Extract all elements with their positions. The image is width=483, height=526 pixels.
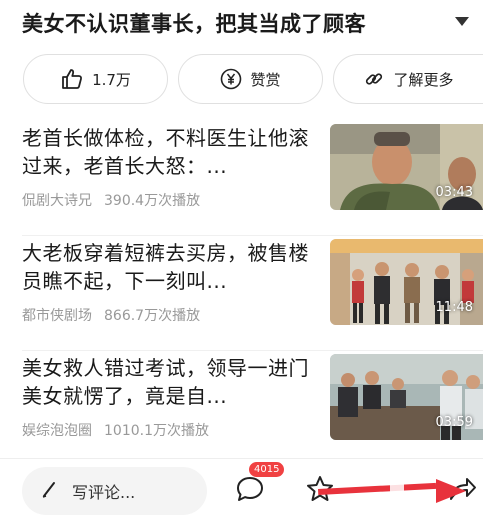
reward-label: 赞赏 (250, 70, 281, 89)
title-bar: 美女不认识董事长，把其当成了顾客 (0, 0, 483, 48)
video-duration: 03:43 (435, 185, 473, 200)
comment-count-badge: 4015 (249, 462, 285, 477)
list-item[interactable]: 美女救人错过考试，领导一进门美女就愣了，竟是自... 娱综泡泡圈 1010.1万次… (0, 354, 483, 466)
video-title: 美女不认识董事长，把其当成了顾客 (22, 12, 366, 36)
video-item-title: 美女救人错过考试，领导一进门美女就愣了，竟是自... (22, 356, 309, 408)
video-item-author: 都市侠剧场 (22, 308, 92, 324)
video-item-author: 娱综泡泡圈 (22, 423, 92, 439)
video-item-meta: 娱综泡泡圈 1010.1万次播放 (22, 420, 209, 440)
comment-input[interactable]: 写评论... (22, 467, 207, 515)
video-item-meta: 都市侠剧场 866.7万次播放 (22, 305, 200, 325)
pencil-icon (40, 479, 60, 503)
list-item[interactable]: 老首长做体检，不料医生让他滚过来，老首长大怒：... 侃剧大诗兄 390.4万次播… (0, 124, 483, 236)
divider (22, 350, 483, 351)
video-thumbnail[interactable]: 03:43 (330, 124, 483, 210)
comment-placeholder: 写评论... (72, 483, 136, 502)
thumbs-up-icon (60, 67, 84, 91)
video-item-title: 大老板穿着短裤去买房，被售楼员瞧不起，下一刻叫... (22, 241, 309, 293)
like-button[interactable]: 1.7万 (23, 54, 168, 104)
reward-button[interactable]: 赞赏 (178, 54, 323, 104)
video-item-plays: 390.4万次播放 (104, 193, 201, 209)
divider (22, 235, 483, 236)
yen-coin-icon (220, 68, 242, 90)
video-duration: 11:48 (435, 300, 473, 315)
video-item-plays: 866.7万次播放 (104, 308, 201, 324)
video-item-meta: 侃剧大诗兄 390.4万次播放 (22, 190, 200, 210)
annotation-arrow (318, 471, 468, 515)
video-item-author: 侃剧大诗兄 (22, 193, 92, 209)
video-thumbnail[interactable]: 03:59 (330, 354, 483, 440)
like-count: 1.7万 (92, 70, 131, 89)
action-row: 1.7万 赞赏 了解更多 (0, 54, 483, 106)
video-thumbnail[interactable]: 11:48 (330, 239, 483, 325)
bottom-bar: 写评论... 4015 (0, 458, 483, 526)
learn-more-label: 了解更多 (393, 70, 454, 89)
list-item[interactable]: 大老板穿着短裤去买房，被售楼员瞧不起，下一刻叫... 都市侠剧场 866.7万次播… (0, 239, 483, 351)
video-item-title: 老首长做体检，不料医生让他滚过来，老首长大怒：... (22, 126, 309, 178)
learn-more-button[interactable]: 了解更多 (333, 54, 483, 104)
chevron-down-icon[interactable] (455, 17, 469, 26)
link-icon (363, 68, 385, 90)
video-duration: 03:59 (435, 415, 473, 430)
video-item-plays: 1010.1万次播放 (104, 423, 209, 439)
comment-bubble-icon[interactable] (234, 473, 266, 509)
